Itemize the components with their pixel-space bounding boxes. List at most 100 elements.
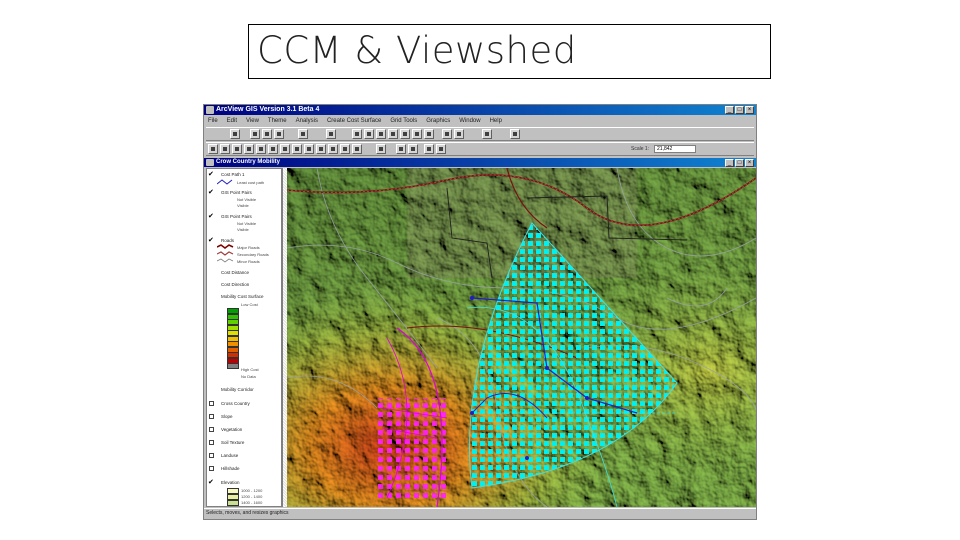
theme-name[interactable]: Vegetation [221,427,242,432]
save-tool[interactable] [230,129,240,139]
window-controls: _ □ × [725,106,754,114]
zoom-selected-tool[interactable] [376,129,386,139]
checkbox[interactable] [209,401,214,406]
theme-name[interactable]: Cost Distance [221,270,249,275]
menu-theme[interactable]: Theme [268,116,287,126]
open-table-tool[interactable] [298,129,308,139]
legend-label: 1200 - 1400 [241,494,263,499]
check-icon[interactable]: ✔ [208,479,214,486]
check-icon[interactable]: ✔ [208,237,214,244]
zoom-out-tool[interactable] [400,129,410,139]
road-symbols-icon [217,244,234,263]
draw-tool[interactable] [352,144,362,154]
legend-label: Not Visible [237,221,257,226]
checkbox[interactable] [209,414,214,419]
add-theme-tool[interactable] [250,129,260,139]
check-icon[interactable]: ✔ [208,189,214,196]
zoom-in-map-tool[interactable] [256,144,266,154]
legend-label: No Data [241,374,256,379]
theme-name[interactable]: Slope [221,414,233,419]
viewshed-tool[interactable] [436,144,446,154]
menu-create-cost-surface[interactable]: Create Cost Surface [327,116,381,126]
theme-name[interactable]: Soil Texture [221,440,244,445]
maximize-button[interactable]: □ [735,106,744,114]
label-tool[interactable] [328,144,338,154]
clear-selection-tool[interactable] [442,129,452,139]
legend-label: Visible [237,203,249,208]
menu-view[interactable]: View [246,116,259,126]
select-feature-tool[interactable] [244,144,254,154]
text-tool[interactable] [340,144,350,154]
map-canvas[interactable] [287,168,756,507]
theme-name[interactable]: Cost Direction [221,282,249,287]
query-builder-tool[interactable] [482,129,492,139]
theme-name[interactable]: GIS Point Pairs [221,190,252,195]
area-of-interest-tool[interactable] [316,144,326,154]
theme-name[interactable]: Elevation [221,480,240,485]
menu-analysis[interactable]: Analysis [296,116,318,126]
theme-name[interactable]: Cross Country [221,401,250,406]
legend-label: Minor Roads [237,259,260,264]
scale-input[interactable]: 21,842 [654,145,696,153]
checkbox[interactable] [209,466,214,471]
theme-name[interactable]: Mobility Corridor [221,387,254,392]
checkbox[interactable] [209,440,214,445]
slide-title: CCM & Viewshed [257,29,577,72]
table-of-contents: ✔ Cost Path 1 Least cost path ✔ GIS Poin… [206,168,282,507]
zoom-full-tool[interactable] [352,129,362,139]
minimize-button[interactable]: _ [725,106,734,114]
terrain-map[interactable] [287,168,756,507]
hotlink-tool[interactable] [304,144,314,154]
app-titlebar[interactable]: ArcView GIS Version 3.1 Beta 4 _ □ × [204,105,756,115]
checkbox[interactable] [209,427,214,432]
legend-label: Major Roads [237,245,260,250]
status-bar: Selects, moves, and resizes graphics [204,508,756,519]
check-icon[interactable]: ✔ [208,213,214,220]
contour-tool[interactable] [408,144,418,154]
theme-name[interactable]: Cost Path 1 [221,172,245,177]
view-minimize-button[interactable]: _ [725,159,734,167]
pan-tool[interactable] [280,144,290,154]
legend-label: 1400 - 1600 [241,500,263,505]
identify-tool[interactable] [232,144,242,154]
zoom-in-tool[interactable] [388,129,398,139]
help-tool[interactable] [510,129,520,139]
check-icon[interactable]: ✔ [208,171,214,178]
find-tool[interactable] [326,129,336,139]
grid-query-tool[interactable] [396,144,406,154]
theme-name[interactable]: Roads [221,238,234,243]
theme-name[interactable]: Mobility Cost Surface [221,294,264,299]
menu-graphics[interactable]: Graphics [426,116,450,126]
tool-bar: Scale 1: 21,842 [206,142,754,156]
theme-properties-tool[interactable] [262,129,272,139]
status-text: Selects, moves, and resizes graphics [206,510,289,516]
vertex-edit-tool[interactable] [220,144,230,154]
menu-window[interactable]: Window [459,116,480,126]
menu-file[interactable]: File [208,116,218,126]
checkbox[interactable] [209,453,214,458]
menu-grid-tools[interactable]: Grid Tools [390,116,417,126]
zoom-previous-tool[interactable] [412,129,422,139]
select-features-tool[interactable] [424,129,434,139]
view-maximize-button[interactable]: □ [735,159,744,167]
legend-label: Low Cost [241,302,258,307]
snap-tool[interactable] [376,144,386,154]
theme-name[interactable]: Landuse [221,453,238,458]
measure-tool[interactable] [292,144,302,154]
zoom-active-tool[interactable] [364,129,374,139]
line-symbol-icon [217,179,233,185]
pointer-tool[interactable] [208,144,218,154]
menu-help[interactable]: Help [490,116,502,126]
edit-legend-tool[interactable] [274,129,284,139]
view-titlebar[interactable]: Crow Country Mobility _ □ × [204,158,756,167]
cost-path-tool[interactable] [424,144,434,154]
menubar: File Edit View Theme Analysis Create Cos… [204,116,756,126]
promote-tool[interactable] [454,129,464,139]
theme-name[interactable]: GIS Point Pairs [221,214,252,219]
scale-label: Scale 1: [631,146,650,152]
menu-edit[interactable]: Edit [227,116,237,126]
zoom-out-map-tool[interactable] [268,144,278,154]
view-close-button[interactable]: × [745,159,754,167]
theme-name[interactable]: Hillshade [221,466,240,471]
close-button[interactable]: × [745,106,754,114]
